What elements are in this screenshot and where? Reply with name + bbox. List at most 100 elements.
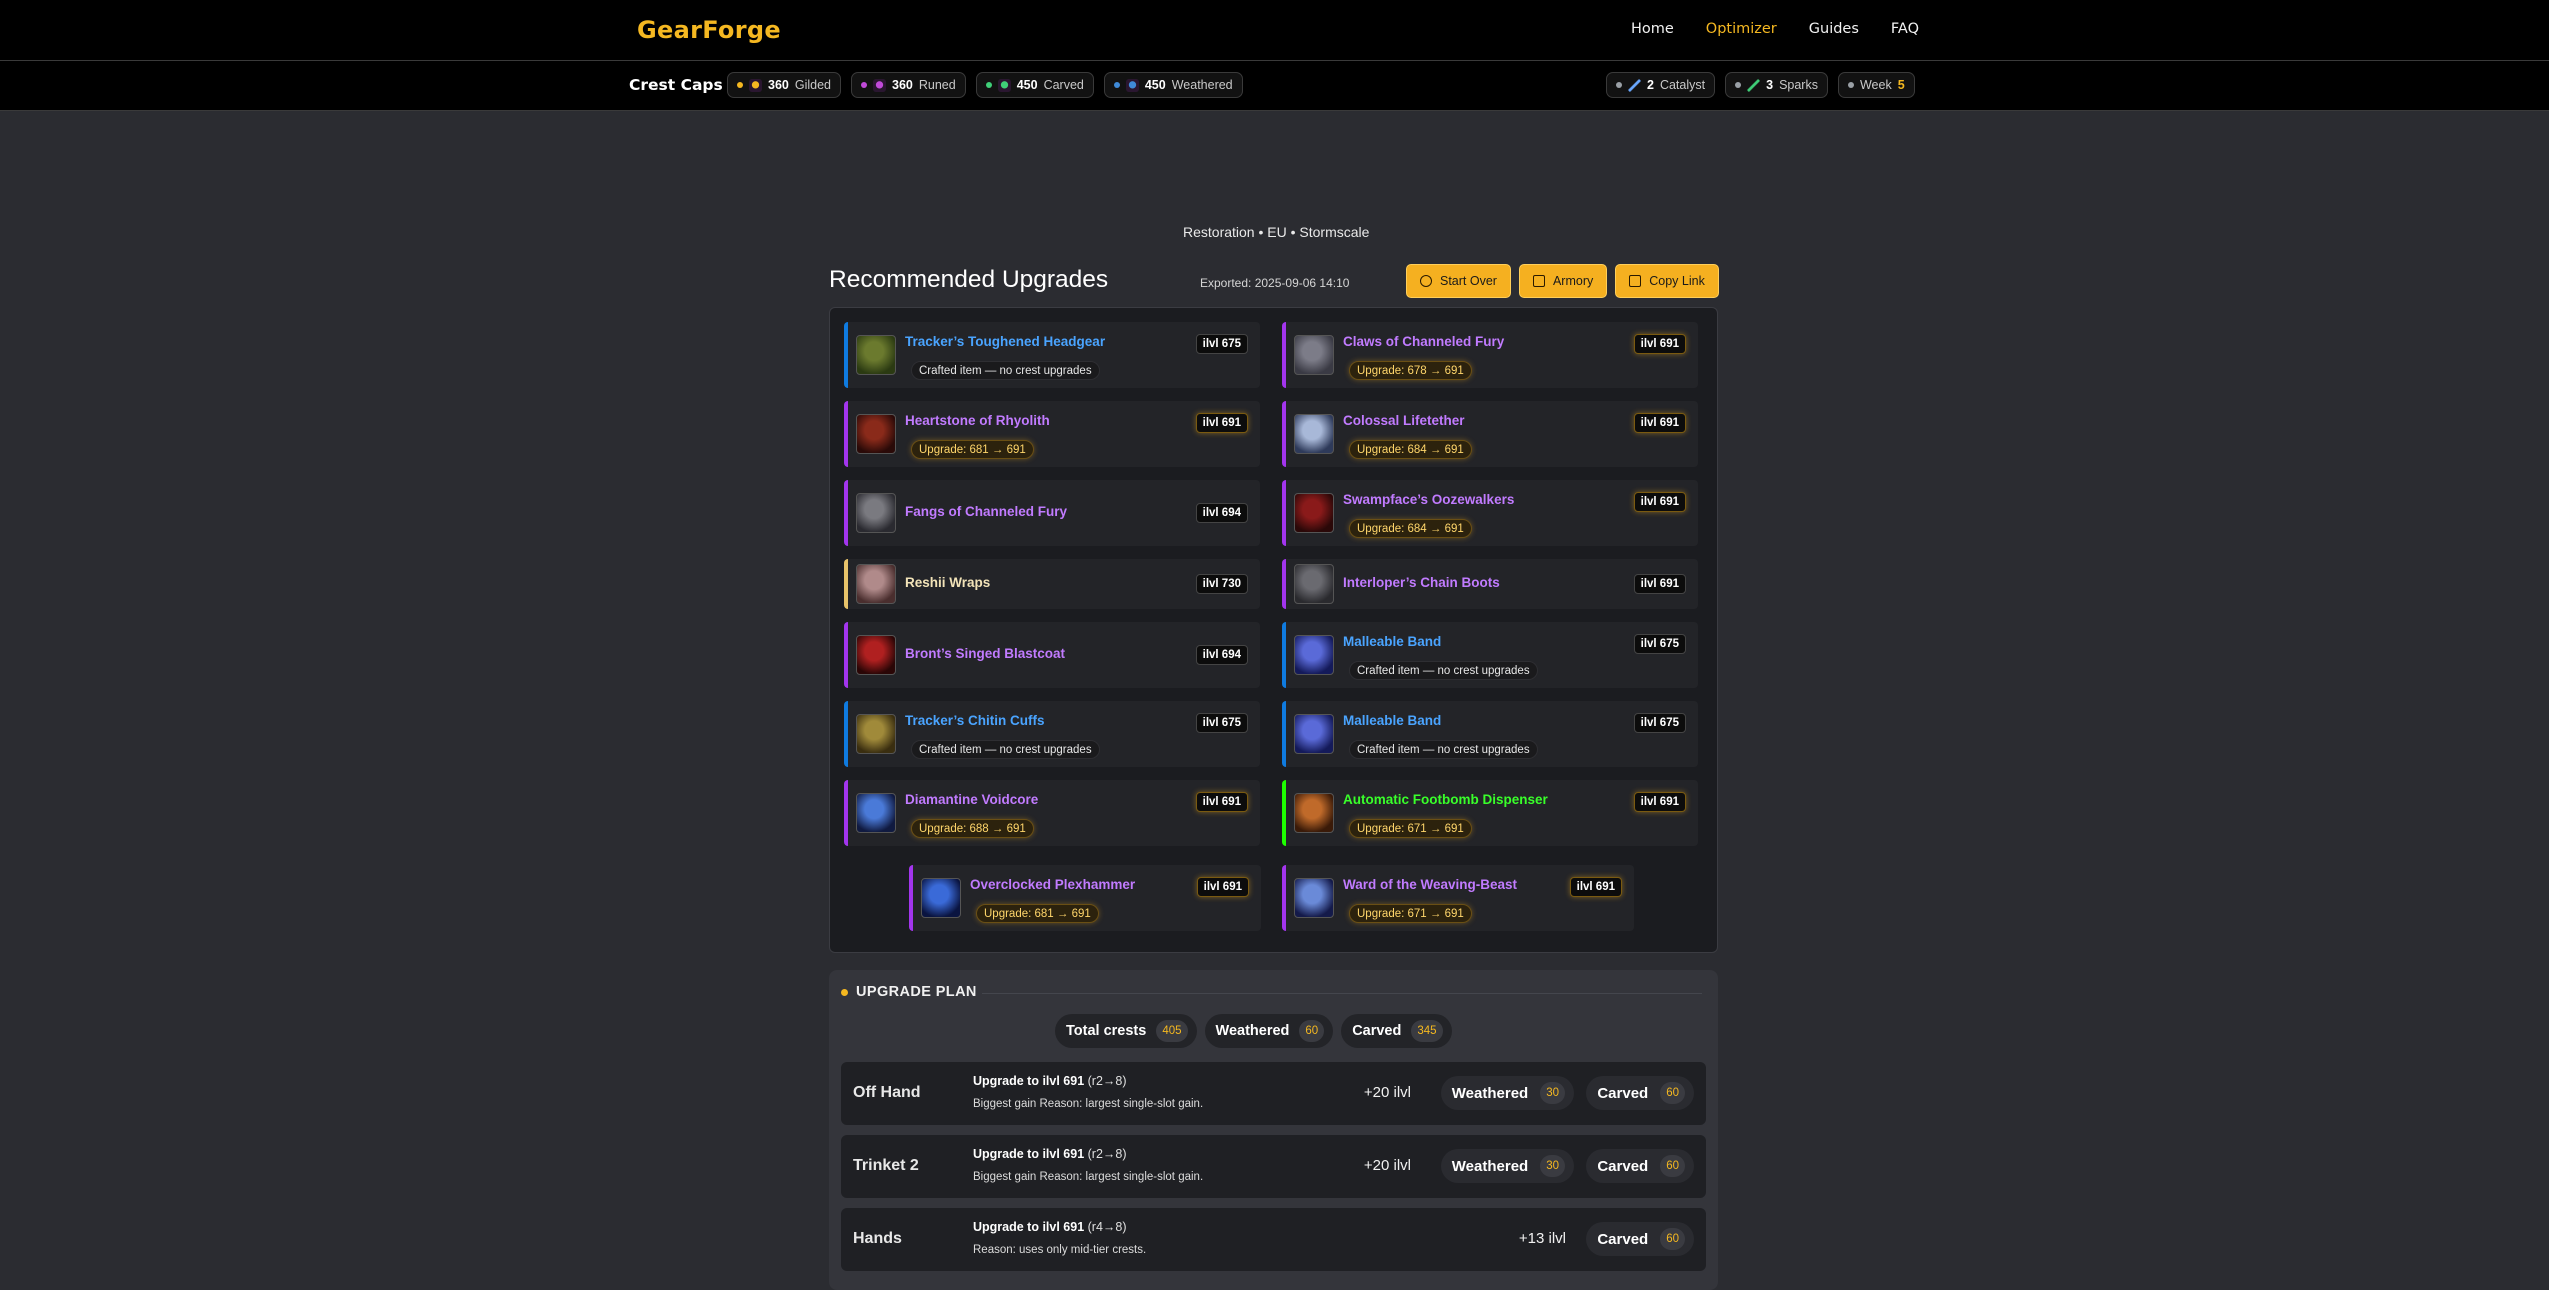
crest-cap-count: 360 xyxy=(768,78,789,92)
nav-faq-link[interactable]: FAQ xyxy=(1891,21,1919,37)
item-name[interactable]: Automatic Footbomb Dispenser xyxy=(1343,792,1548,807)
item-icon xyxy=(1294,414,1334,454)
item-card[interactable]: Automatic Footbomb Dispenser ilvl 691 Upgr… xyxy=(1282,780,1698,846)
item-name[interactable]: Malleable Band xyxy=(1343,713,1441,728)
crest-cap-label: Runed xyxy=(918,78,956,92)
upgrade-plan-row[interactable]: Trinket 2 Upgrade to ilvl 691 (r2→8) Bigge… xyxy=(841,1135,1706,1198)
item-name[interactable]: Tracker’s Toughened Headgear xyxy=(905,334,1105,349)
item-name[interactable]: Tracker’s Chitin Cuffs xyxy=(905,713,1045,728)
upgrade-range-badge: Upgrade: 688 → 691 xyxy=(911,819,1034,838)
crest-cap-label: Weathered xyxy=(1171,78,1233,92)
item-icon xyxy=(1294,793,1334,833)
item-icon xyxy=(856,793,896,833)
nav-guides-link[interactable]: Guides xyxy=(1809,21,1859,37)
armory-button[interactable]: Armory xyxy=(1518,264,1608,298)
item-name[interactable]: Bront’s Singed Blastcoat xyxy=(905,646,1065,661)
armory-label: Armory xyxy=(1552,274,1594,288)
upgrade-plan-row[interactable]: Off Hand Upgrade to ilvl 691 (r2→8) Bigges… xyxy=(841,1062,1706,1125)
character-spec-line: Restoration • EU • Stormscale xyxy=(1183,224,1370,240)
item-name[interactable]: Claws of Channeled Fury xyxy=(1343,334,1504,349)
item-name[interactable]: Malleable Band xyxy=(1343,634,1441,649)
item-level-badge: ilvl 691 xyxy=(1633,334,1686,354)
item-level-badge: ilvl 691 xyxy=(1633,792,1686,812)
crest-cost-label: Weathered xyxy=(1451,1084,1529,1102)
item-card[interactable]: Colossal Lifetether ilvl 691 Upgrade: 684 … xyxy=(1282,401,1698,467)
item-level-badge: ilvl 691 xyxy=(1196,877,1249,897)
item-card[interactable]: Diamantine Voidcore ilvl 691 Upgrade: 688 … xyxy=(844,780,1260,846)
crest-total-chip: Carved 345 xyxy=(1341,1014,1452,1048)
external-link-icon xyxy=(1532,275,1545,287)
extra-label: Catalyst xyxy=(1659,78,1706,92)
item-card[interactable]: Overclocked Plexhammer ilvl 691 Upgrade: 6… xyxy=(909,865,1261,931)
item-card[interactable]: Claws of Channeled Fury ilvl 691 Upgrade: … xyxy=(1282,322,1698,388)
week-number: 5 xyxy=(1897,78,1905,92)
item-name[interactable]: Fangs of Channeled Fury xyxy=(905,504,1067,519)
item-level-badge: ilvl 675 xyxy=(1195,334,1248,354)
recommended-items-panel: Tracker’s Toughened Headgear ilvl 675 Craf… xyxy=(829,307,1718,953)
item-card[interactable]: Heartstone of Rhyolith ilvl 691 Upgrade: 6… xyxy=(844,401,1260,467)
item-card[interactable]: Reshii Wraps ilvl 730 xyxy=(844,559,1260,609)
header-actions: Start Over Armory Copy Link xyxy=(1406,264,1719,298)
upgrade-target-text: Upgrade to ilvl 691 xyxy=(973,1147,1085,1161)
item-name[interactable]: Diamantine Voidcore xyxy=(905,792,1038,807)
crest-cost-label: Carved xyxy=(1597,1157,1649,1175)
item-card[interactable]: Ward of the Weaving-Beast ilvl 691 Upgrade… xyxy=(1282,865,1634,931)
item-card[interactable]: Malleable Band ilvl 675 Crafted item — no … xyxy=(1282,622,1698,688)
brand-logo[interactable]: GearForge xyxy=(637,16,781,44)
item-level-badge: ilvl 730 xyxy=(1195,574,1248,594)
item-card[interactable]: Malleable Band ilvl 675 Crafted item — no … xyxy=(1282,701,1698,767)
crest-cap-pill: 360 Runed xyxy=(851,72,966,98)
start-over-button[interactable]: Start Over xyxy=(1406,264,1511,298)
crest-cost-label: Carved xyxy=(1597,1230,1649,1248)
item-card[interactable]: Swampface’s Oozewalkers ilvl 691 Upgrade: … xyxy=(1282,480,1698,546)
item-card[interactable]: Tracker’s Chitin Cuffs ilvl 675 Crafted it… xyxy=(844,701,1260,767)
crest-totals: Total crests 405 Weathered 60 Carved 345 xyxy=(1055,1014,1452,1048)
upgrade-range-badge: Upgrade: 684 → 691 xyxy=(1349,440,1472,459)
item-name[interactable]: Interloper’s Chain Boots xyxy=(1343,575,1500,590)
item-name[interactable]: Reshii Wraps xyxy=(905,575,990,590)
crest-total-count: 60 xyxy=(1299,1020,1325,1042)
item-card[interactable]: Interloper’s Chain Boots ilvl 691 xyxy=(1282,559,1698,609)
upgrade-rank-steps: (r4→8) xyxy=(1087,1220,1127,1234)
item-icon xyxy=(1294,635,1334,675)
item-name[interactable]: Ward of the Weaving-Beast xyxy=(1343,877,1517,892)
crafted-note: Crafted item — no crest upgrades xyxy=(911,361,1100,380)
item-icon xyxy=(856,564,896,604)
item-card[interactable]: Tracker’s Toughened Headgear ilvl 675 Craf… xyxy=(844,322,1260,388)
item-level-badge: ilvl 694 xyxy=(1195,503,1248,523)
upgrade-plan-row[interactable]: Hands Upgrade to ilvl 691 (r4→8) Reason: u… xyxy=(841,1208,1706,1271)
item-name[interactable]: Colossal Lifetether xyxy=(1343,413,1465,428)
item-icon xyxy=(1294,564,1334,604)
carved-crest-icon xyxy=(997,78,1011,92)
item-name[interactable]: Heartstone of Rhyolith xyxy=(905,413,1050,428)
section-dot-icon xyxy=(841,988,848,996)
item-level-badge: ilvl 691 xyxy=(1633,492,1686,512)
crafted-note: Crafted item — no crest upgrades xyxy=(1349,661,1538,680)
item-card[interactable]: Fangs of Channeled Fury ilvl 694 xyxy=(844,480,1260,546)
crest-cost-label: Weathered xyxy=(1451,1157,1529,1175)
upgrade-rank-steps: (r2→8) xyxy=(1087,1147,1127,1161)
crest-cost-count: 60 xyxy=(1660,1228,1685,1250)
crest-total-chip: Weathered 60 xyxy=(1204,1014,1334,1048)
item-card[interactable]: Bront’s Singed Blastcoat ilvl 694 xyxy=(844,622,1260,688)
item-icon xyxy=(1294,714,1334,754)
copy-link-button[interactable]: Copy Link xyxy=(1615,264,1719,298)
item-level-badge: ilvl 691 xyxy=(1633,574,1686,594)
item-level-badge: ilvl 691 xyxy=(1569,877,1622,897)
crest-extra-pill: 3 Sparks xyxy=(1725,72,1828,98)
crest-extra-pill: Week 5 xyxy=(1837,72,1915,98)
item-name[interactable]: Overclocked Plexhammer xyxy=(970,877,1135,892)
ilvl-gain: +13 ilvl xyxy=(1518,1230,1566,1247)
item-name[interactable]: Swampface’s Oozewalkers xyxy=(1343,492,1514,507)
status-dot-icon xyxy=(861,82,867,88)
crest-total-label: Carved xyxy=(1352,1023,1402,1039)
crest-cost-chip: Weathered 30 xyxy=(1440,1149,1574,1183)
item-icon xyxy=(1294,335,1334,375)
nav-optimizer-link[interactable]: Optimizer xyxy=(1706,21,1777,37)
upgrade-reason: Biggest gain Reason: largest single-slot… xyxy=(973,1098,1204,1110)
refresh-icon xyxy=(1420,275,1432,287)
upgrade-target: Upgrade to ilvl 691 (r2→8) xyxy=(973,1074,1127,1088)
crest-cost-chip: Weathered 30 xyxy=(1440,1076,1574,1110)
ilvl-gain: +20 ilvl xyxy=(1363,1157,1411,1174)
nav-home-link[interactable]: Home xyxy=(1631,21,1674,37)
